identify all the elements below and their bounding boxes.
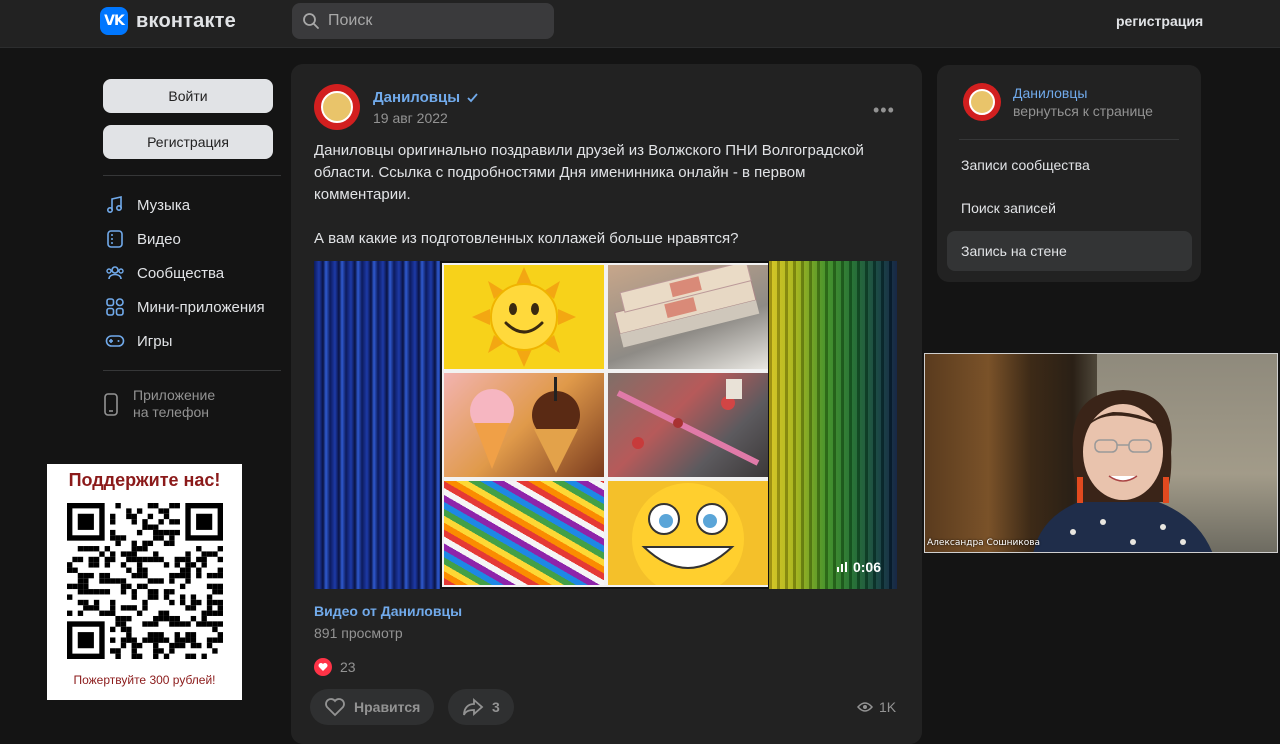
nav-item-communities[interactable]: Сообщества: [103, 256, 281, 290]
nav-item-mini-apps[interactable]: Мини-приложения: [103, 290, 281, 324]
nav-label: Мини-приложения: [137, 298, 265, 316]
post-author-name: Даниловцы: [373, 88, 461, 106]
video-duration-text: 0:06: [852, 559, 881, 575]
post-date[interactable]: 19 авг 2022: [373, 110, 479, 126]
collage-colored-pencils: [444, 481, 604, 585]
community-name[interactable]: Даниловцы: [1013, 85, 1153, 101]
top-bar: VK вконтакте регистрация: [0, 0, 1280, 48]
share-count: 3: [492, 699, 500, 715]
right-sidebar: Даниловцы вернуться к странице Записи со…: [937, 65, 1201, 282]
search-input[interactable]: [328, 12, 528, 30]
menu-item-wall-post[interactable]: Запись на стене: [947, 231, 1192, 271]
signal-bars-icon: [836, 562, 847, 572]
likes-count: 23: [340, 659, 356, 675]
views-count: 1K: [879, 699, 897, 715]
video-views: 891 просмотр: [314, 625, 403, 641]
phone-app-line1: Приложение: [133, 387, 216, 403]
search-box[interactable]: [292, 3, 554, 39]
menu-item-label: Записи сообщества: [961, 157, 1090, 173]
post-text-paragraph: Даниловцы оригинально поздравили друзей …: [314, 142, 864, 203]
post-author[interactable]: Даниловцы: [373, 89, 479, 106]
video-duration: 0:06: [836, 559, 881, 575]
register-link[interactable]: регистрация: [1116, 13, 1203, 29]
menu-item-label: Запись на стене: [961, 243, 1067, 259]
vk-logo-icon: VK: [100, 7, 128, 35]
collage-ice-cream: [444, 373, 604, 477]
phone-app-label: Приложение на телефон: [133, 387, 215, 421]
nav-item-music[interactable]: Музыка: [103, 188, 281, 222]
video-title-link[interactable]: Видео от Даниловцы: [314, 603, 462, 619]
webcam-video-overlay: Александра Сошникова: [924, 353, 1278, 553]
logo-text: вконтакте: [136, 9, 236, 32]
post-text: Даниловцы оригинально поздравили друзей …: [314, 140, 894, 272]
post-header: Даниловцы 19 авг 2022: [314, 84, 479, 130]
nav-label: Игры: [137, 332, 173, 350]
divider: [959, 139, 1179, 140]
phone-app-link[interactable]: Приложение на телефон: [103, 383, 281, 421]
nav-item-games[interactable]: Игры: [103, 324, 281, 358]
divider: [103, 175, 281, 176]
gamepad-icon: [105, 331, 125, 351]
share-arrow-icon: [463, 698, 484, 716]
donation-title: Поддержите нас!: [68, 470, 221, 490]
back-to-page-link[interactable]: вернуться к странице: [1013, 103, 1153, 119]
communities-icon: [105, 263, 125, 283]
heart-filled-icon: [314, 658, 332, 676]
video-icon: [105, 229, 125, 249]
nav-label: Видео: [137, 230, 181, 248]
participant-video-image: [1033, 390, 1213, 552]
menu-item-search-posts[interactable]: Поиск записей: [947, 188, 1192, 228]
community-avatar-small: [963, 83, 1001, 121]
eye-icon: [857, 702, 873, 712]
video-frame-right-curtain: [769, 261, 897, 589]
apps-icon: [105, 297, 125, 317]
collage-big-smiley: [608, 481, 768, 585]
more-options-icon[interactable]: •••: [873, 100, 895, 121]
wall-post: Даниловцы 19 авг 2022 ••• Даниловцы ориг…: [291, 64, 922, 744]
post-views: 1K: [857, 699, 896, 715]
left-sidebar: Войти Регистрация Музыка Видео Сообществ…: [103, 79, 281, 421]
likes-summary[interactable]: 23: [314, 658, 356, 676]
nav-label: Музыка: [137, 196, 191, 214]
video-collage: [442, 263, 768, 587]
community-header[interactable]: Даниловцы вернуться к странице: [963, 83, 1153, 121]
vk-logo[interactable]: VK вконтакте: [100, 7, 236, 35]
music-icon: [105, 195, 125, 215]
register-button[interactable]: Регистрация: [103, 125, 273, 159]
menu-item-label: Поиск записей: [961, 200, 1056, 216]
phone-app-line2: на телефон: [133, 404, 209, 420]
heart-outline-icon: [325, 698, 345, 717]
qr-code-image: [66, 503, 223, 659]
menu-item-community-posts[interactable]: Записи сообщества: [947, 145, 1192, 185]
divider: [103, 370, 281, 371]
collage-sun-smiley: [444, 265, 604, 369]
donation-qr-overlay: Поддержите нас! Пожертвуйте 300 рублей!: [47, 464, 242, 700]
like-button-label: Нравится: [354, 699, 421, 715]
collage-money-stacks: [608, 265, 768, 369]
search-icon: [303, 13, 319, 29]
phone-icon: [103, 387, 119, 421]
post-text-paragraph: А вам какие из подготовленных коллажей б…: [314, 230, 739, 247]
participant-name-label: Александра Сошникова: [927, 538, 1041, 548]
community-avatar[interactable]: [314, 84, 360, 130]
nav-item-video[interactable]: Видео: [103, 222, 281, 256]
login-button[interactable]: Войти: [103, 79, 273, 113]
video-player[interactable]: 0:06: [314, 261, 897, 589]
donation-note: Пожертвуйте 300 рублей!: [73, 673, 216, 687]
collage-petals-ribbon: [608, 373, 768, 477]
video-frame-left-curtain: [314, 261, 440, 589]
nav-label: Сообщества: [137, 264, 225, 282]
verified-check-icon: [467, 92, 478, 102]
